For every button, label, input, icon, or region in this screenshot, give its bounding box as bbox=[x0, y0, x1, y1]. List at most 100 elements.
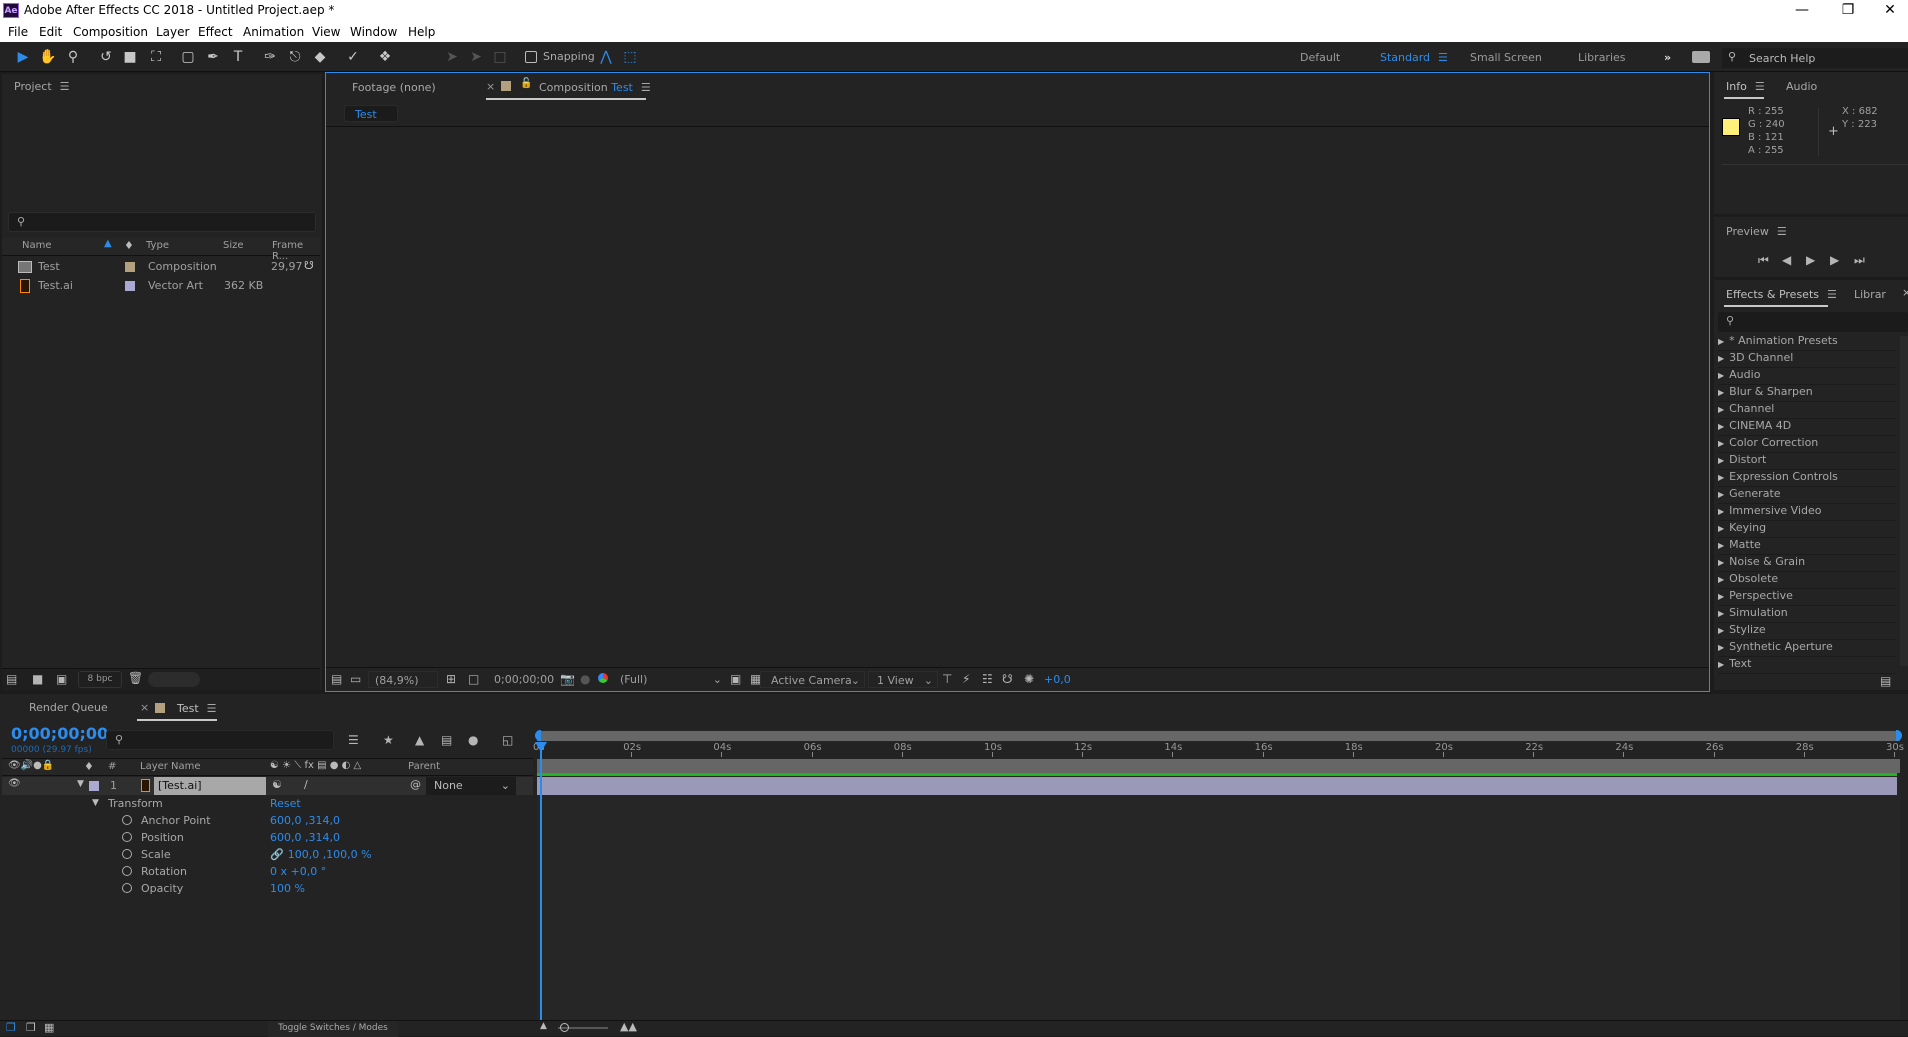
layer-switches-pane-icon[interactable]: ❐ bbox=[6, 1021, 16, 1034]
fast-previews-icon[interactable]: ⚡ bbox=[962, 672, 970, 686]
expand-triangle-icon[interactable]: ▶ bbox=[1718, 643, 1724, 652]
panel-menu-icon[interactable]: ☰ bbox=[1827, 288, 1837, 301]
view-layout-dropdown[interactable]: 1 View ⌄ bbox=[868, 671, 938, 688]
timeline-search-input[interactable]: ⚲ bbox=[106, 730, 334, 750]
graph-editor-icon[interactable]: ◱ bbox=[502, 733, 513, 747]
effects-category[interactable]: ▶ Simulation bbox=[1718, 606, 1896, 623]
layer-duration-bar[interactable] bbox=[537, 777, 1897, 795]
work-area-bar[interactable] bbox=[537, 759, 1900, 773]
menu-animation[interactable]: Animation bbox=[243, 25, 304, 39]
expand-triangle-icon[interactable]: ▶ bbox=[1718, 660, 1724, 669]
toggle-switches-modes-button[interactable]: Toggle Switches / Modes bbox=[268, 1021, 398, 1037]
tab-render-queue[interactable]: Render Queue bbox=[29, 701, 108, 714]
visibility-eye-icon[interactable]: 👁 bbox=[8, 778, 21, 789]
frame-blending-icon[interactable]: ▤ bbox=[441, 733, 452, 747]
draft-3d-icon[interactable]: ★ bbox=[383, 733, 394, 747]
toggle-pixel-aspect-icon[interactable]: ⊤ bbox=[942, 672, 952, 686]
panel-menu-icon[interactable]: ☰ bbox=[641, 81, 651, 94]
selection-tool-icon[interactable]: ▶ bbox=[13, 48, 33, 66]
tab-composition[interactable]: Composition Test ☰ bbox=[539, 81, 651, 94]
pick-whip-icon[interactable]: @ bbox=[410, 778, 421, 791]
tab-timeline-test[interactable]: Test ☰ bbox=[177, 702, 217, 715]
snap-features-icon[interactable]: ⬚ bbox=[620, 48, 640, 66]
layer-row[interactable]: 👁 ▼ 1 [Test.ai] ☯ ∕ @ None ⌄ bbox=[2, 777, 533, 795]
current-time-display[interactable]: 0;00;00;00 bbox=[11, 724, 108, 743]
project-item-test[interactable]: Test Composition 29,97 ☋ bbox=[2, 258, 314, 276]
collapse-transform-icon[interactable]: ☯ bbox=[272, 778, 282, 791]
stopwatch-icon[interactable] bbox=[122, 815, 132, 825]
time-ruler[interactable] bbox=[537, 742, 1900, 759]
close-button[interactable]: ✕ bbox=[1870, 0, 1908, 22]
property-value[interactable]: 🔗 100,0 ,100,0 % bbox=[270, 848, 372, 861]
motion-blur-icon[interactable]: ● bbox=[468, 733, 478, 747]
expand-triangle-icon[interactable]: ▶ bbox=[1718, 439, 1724, 448]
region-of-interest-icon[interactable]: ▣ bbox=[730, 672, 741, 686]
label-tag-icon[interactable]: ♦ bbox=[84, 760, 94, 773]
monitor-icon[interactable]: ▭ bbox=[350, 672, 361, 686]
menu-layer[interactable]: Layer bbox=[156, 25, 189, 39]
hide-shy-layers-icon[interactable]: ▲ bbox=[415, 733, 424, 747]
effects-category[interactable]: ▶ Text bbox=[1718, 657, 1896, 674]
puppet-pin-tool-icon[interactable]: ❖ bbox=[375, 48, 395, 66]
effects-category[interactable]: ▶ Stylize bbox=[1718, 623, 1896, 640]
snapping-checkbox[interactable] bbox=[525, 51, 537, 63]
panel-menu-icon[interactable]: ☰ bbox=[60, 80, 70, 93]
effects-category[interactable]: ▶ Keying bbox=[1718, 521, 1896, 538]
tab-audio[interactable]: Audio bbox=[1786, 80, 1817, 93]
more-workspaces-icon[interactable]: » bbox=[1664, 51, 1671, 64]
hand-tool-icon[interactable]: ✋ bbox=[38, 48, 58, 66]
effects-category[interactable]: ▶ Color Correction bbox=[1718, 436, 1896, 453]
panel-menu-icon[interactable]: ☰ bbox=[207, 702, 217, 715]
snapshot-camera-icon[interactable]: 📷 bbox=[560, 672, 575, 686]
tab-effects-presets[interactable]: Effects & Presets ☰ bbox=[1726, 288, 1837, 301]
snap-edges-icon[interactable]: ⋀ bbox=[596, 48, 616, 66]
label-tag-icon[interactable]: ♦ bbox=[124, 239, 134, 252]
property-value[interactable]: 100 % bbox=[270, 882, 305, 895]
first-frame-icon[interactable]: ⏮ bbox=[1758, 253, 1769, 268]
workspace-libraries[interactable]: Libraries bbox=[1578, 51, 1626, 64]
tab-info[interactable]: Info ☰ bbox=[1726, 80, 1765, 93]
menu-file[interactable]: File bbox=[8, 25, 28, 39]
transfer-controls-pane-icon[interactable]: ❐ bbox=[26, 1021, 36, 1034]
expand-triangle-icon[interactable]: ▶ bbox=[1718, 473, 1724, 482]
col-name[interactable]: Name bbox=[22, 240, 52, 251]
playhead-handle[interactable] bbox=[535, 742, 547, 752]
label-color-swatch[interactable] bbox=[125, 281, 135, 291]
constrain-proportions-icon[interactable]: 🔗 bbox=[270, 848, 284, 861]
col-size[interactable]: Size bbox=[223, 240, 244, 251]
expand-triangle-icon[interactable]: ▶ bbox=[1718, 456, 1724, 465]
layer-name[interactable]: [Test.ai] bbox=[154, 777, 266, 795]
menu-help[interactable]: Help bbox=[408, 25, 435, 39]
expand-triangle-icon[interactable]: ▼ bbox=[77, 779, 84, 789]
tab-libraries[interactable]: Librar bbox=[1854, 288, 1886, 301]
col-layer-name[interactable]: Layer Name bbox=[140, 761, 201, 772]
expand-triangle-icon[interactable]: ▶ bbox=[1718, 575, 1724, 584]
expand-transform-icon[interactable]: ▼ bbox=[92, 798, 99, 808]
stopwatch-icon[interactable] bbox=[122, 849, 132, 859]
expand-triangle-icon[interactable]: ▶ bbox=[1718, 405, 1724, 414]
play-icon[interactable]: ▶ bbox=[1806, 253, 1815, 267]
in-out-pane-icon[interactable]: ▦ bbox=[44, 1021, 54, 1034]
pen-tool-icon[interactable]: ✒ bbox=[203, 48, 223, 66]
menu-composition[interactable]: Composition bbox=[73, 25, 148, 39]
menu-window[interactable]: Window bbox=[350, 25, 397, 39]
delete-icon[interactable]: 🗑 bbox=[128, 671, 143, 685]
workspace-small-screen[interactable]: Small Screen bbox=[1470, 51, 1542, 64]
sort-ascending-icon[interactable]: ▲ bbox=[104, 238, 112, 249]
col-parent[interactable]: Parent bbox=[408, 761, 440, 772]
layer-label-swatch[interactable] bbox=[89, 781, 99, 791]
last-frame-icon[interactable]: ⏭ bbox=[1854, 253, 1865, 268]
comp-mini-flowchart-icon[interactable]: ☰ bbox=[348, 733, 359, 747]
transform-label[interactable]: Transform bbox=[108, 797, 163, 810]
new-folder-icon[interactable]: ■ bbox=[32, 672, 43, 686]
expand-triangle-icon[interactable]: ▶ bbox=[1718, 490, 1724, 499]
sync-settings-icon[interactable] bbox=[1692, 51, 1710, 63]
view-axis-icon[interactable]: □ bbox=[490, 48, 510, 66]
interpret-footage-icon[interactable]: ▤ bbox=[6, 672, 17, 686]
effects-category[interactable]: ▶ * Animation Presets bbox=[1718, 334, 1896, 351]
expand-triangle-icon[interactable]: ▶ bbox=[1718, 541, 1724, 550]
expand-triangle-icon[interactable]: ▶ bbox=[1718, 558, 1724, 567]
panel-menu-icon[interactable]: ☰ bbox=[1755, 80, 1765, 93]
transform-reset-link[interactable]: Reset bbox=[270, 797, 301, 810]
workspace-standard[interactable]: Standard bbox=[1380, 51, 1430, 64]
